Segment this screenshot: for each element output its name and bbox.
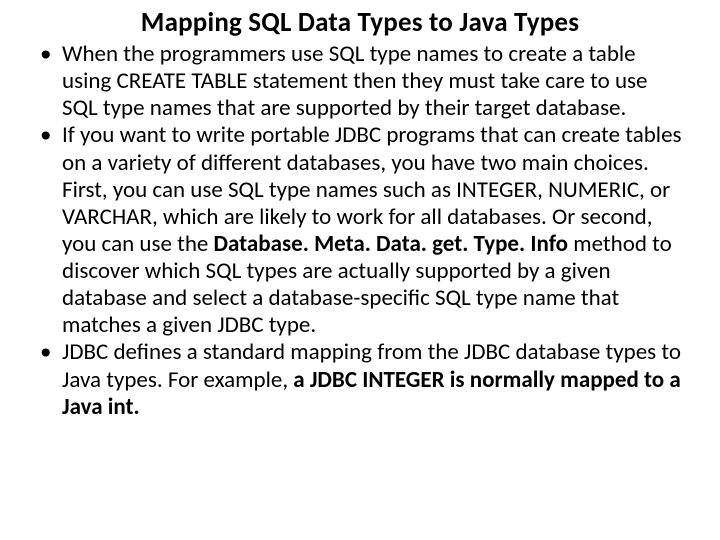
slide: Mapping SQL Data Types to Java Types Whe… bbox=[0, 0, 720, 540]
bullet-text: When the programmers use SQL type names … bbox=[62, 40, 648, 122]
list-item: When the programmers use SQL type names … bbox=[62, 41, 684, 122]
bullet-text-bold: Database. Meta. Data. get. Type. Info bbox=[214, 230, 568, 258]
list-item: If you want to write portable JDBC progr… bbox=[62, 122, 684, 339]
bullet-list: When the programmers use SQL type names … bbox=[28, 41, 692, 421]
list-item: JDBC defines a standard mapping from the… bbox=[62, 339, 684, 420]
slide-title: Mapping SQL Data Types to Java Types bbox=[28, 6, 692, 39]
